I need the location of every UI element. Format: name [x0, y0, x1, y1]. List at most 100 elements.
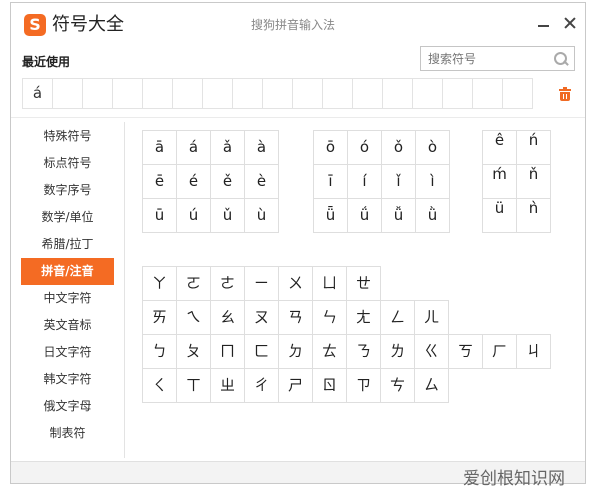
symbol-cell[interactable]: ㄙ	[414, 368, 449, 403]
sidebar-item[interactable]: 标点符号	[21, 150, 114, 177]
symbol-cell[interactable]: ㄛ	[176, 266, 211, 301]
symbol-cell[interactable]: ㄦ	[414, 300, 449, 335]
symbol-cell[interactable]: ê	[482, 130, 517, 165]
symbol-cell[interactable]: à	[244, 130, 279, 165]
symbol-cell[interactable]: ㄇ	[210, 334, 245, 369]
recent-symbol-cell[interactable]	[502, 78, 533, 109]
minimize-icon[interactable]	[536, 15, 552, 31]
symbol-cell[interactable]: é	[176, 164, 211, 199]
symbol-cell[interactable]: ㄆ	[176, 334, 211, 369]
sidebar-item[interactable]: 英文音标	[21, 312, 114, 339]
recent-symbol-cell[interactable]	[352, 78, 383, 109]
recent-symbol-cell[interactable]	[382, 78, 413, 109]
symbol-cell[interactable]: ē	[142, 164, 177, 199]
symbol-cell[interactable]: ǔ	[210, 198, 245, 233]
symbol-cell[interactable]: ㄞ	[142, 300, 177, 335]
symbol-cell[interactable]: ㄚ	[142, 266, 177, 301]
sidebar-item[interactable]: 俄文字母	[21, 393, 114, 420]
sidebar-item[interactable]: 制表符	[21, 420, 114, 447]
sidebar-item[interactable]: 特殊符号	[21, 123, 114, 150]
recent-symbol-cell[interactable]	[142, 78, 173, 109]
symbol-cell[interactable]: ǎ	[210, 130, 245, 165]
symbol-cell[interactable]: ㄣ	[312, 300, 347, 335]
symbol-cell[interactable]: ú	[176, 198, 211, 233]
symbol-cell[interactable]: ò	[415, 130, 450, 165]
symbol-cell[interactable]: ㄐ	[516, 334, 551, 369]
symbol-cell[interactable]: ㄥ	[380, 300, 415, 335]
symbol-cell[interactable]: ㄗ	[346, 368, 381, 403]
symbol-cell[interactable]: ㄍ	[414, 334, 449, 369]
symbol-cell[interactable]: ǖ	[313, 198, 348, 233]
recent-symbol-cell[interactable]: á	[22, 78, 53, 109]
symbol-cell[interactable]: ā	[142, 130, 177, 165]
recent-symbol-cell[interactable]	[412, 78, 443, 109]
symbol-cell[interactable]: ㄜ	[210, 266, 245, 301]
symbol-cell[interactable]: ǹ	[516, 198, 551, 233]
symbol-cell[interactable]: ǐ	[381, 164, 416, 199]
symbol-cell[interactable]: ㄋ	[346, 334, 381, 369]
symbol-cell[interactable]: ㄧ	[244, 266, 279, 301]
symbol-cell[interactable]: ㄓ	[210, 368, 245, 403]
search-icon[interactable]	[554, 52, 568, 66]
symbol-cell[interactable]: ì	[415, 164, 450, 199]
symbol-cell[interactable]: ī	[313, 164, 348, 199]
symbol-cell[interactable]: ㄨ	[278, 266, 313, 301]
symbol-cell[interactable]: ㄕ	[278, 368, 313, 403]
symbol-cell[interactable]: ó	[347, 130, 382, 165]
symbol-cell[interactable]: ū	[142, 198, 177, 233]
symbol-cell[interactable]: ㄡ	[244, 300, 279, 335]
symbol-cell[interactable]: ㄘ	[380, 368, 415, 403]
recent-symbol-cell[interactable]	[322, 78, 353, 109]
symbol-cell[interactable]: ㄏ	[482, 334, 517, 369]
recent-symbol-cell[interactable]	[202, 78, 233, 109]
symbol-cell[interactable]: è	[244, 164, 279, 199]
recent-symbol-cell[interactable]	[472, 78, 503, 109]
symbol-cell[interactable]: ě	[210, 164, 245, 199]
symbol-cell[interactable]: ㄊ	[312, 334, 347, 369]
symbol-cell[interactable]: ㄌ	[380, 334, 415, 369]
symbol-cell[interactable]: ḿ	[482, 164, 517, 199]
sidebar-item[interactable]: 数字序号	[21, 177, 114, 204]
recent-symbol-cell[interactable]	[52, 78, 83, 109]
recent-symbol-cell[interactable]	[292, 78, 323, 109]
symbol-cell[interactable]: ㄢ	[278, 300, 313, 335]
symbol-cell[interactable]: ǚ	[381, 198, 416, 233]
symbol-cell[interactable]: ù	[244, 198, 279, 233]
symbol-cell[interactable]: ō	[313, 130, 348, 165]
symbol-cell[interactable]: ㄝ	[346, 266, 381, 301]
symbol-cell[interactable]: ǘ	[347, 198, 382, 233]
symbol-cell[interactable]: ㄔ	[244, 368, 279, 403]
recent-symbol-cell[interactable]	[82, 78, 113, 109]
symbol-cell[interactable]: ㄖ	[312, 368, 347, 403]
symbol-cell[interactable]: ㄉ	[278, 334, 313, 369]
sidebar-item[interactable]: 希腊/拉丁	[21, 231, 114, 258]
recent-symbol-cell[interactable]	[172, 78, 203, 109]
close-icon[interactable]	[562, 15, 578, 31]
symbol-cell[interactable]: ㄈ	[244, 334, 279, 369]
symbol-cell[interactable]: ㄠ	[210, 300, 245, 335]
symbol-cell[interactable]: ㄑ	[142, 368, 177, 403]
symbol-cell[interactable]: ㄩ	[312, 266, 347, 301]
symbol-cell[interactable]: ǒ	[381, 130, 416, 165]
trash-icon[interactable]	[559, 87, 571, 101]
sidebar-item[interactable]: 拼音/注音	[21, 258, 114, 285]
sidebar-item[interactable]: 韩文字符	[21, 366, 114, 393]
sidebar-item[interactable]: 中文字符	[21, 285, 114, 312]
symbol-cell[interactable]: ü	[482, 198, 517, 233]
recent-symbol-cell[interactable]	[262, 78, 293, 109]
search-input[interactable]	[421, 47, 549, 70]
symbol-cell[interactable]: á	[176, 130, 211, 165]
symbol-cell[interactable]: ň	[516, 164, 551, 199]
recent-symbol-cell[interactable]	[112, 78, 143, 109]
symbol-cell[interactable]: ㄟ	[176, 300, 211, 335]
symbol-cell[interactable]: í	[347, 164, 382, 199]
symbol-cell[interactable]: ㄎ	[448, 334, 483, 369]
search-box[interactable]	[420, 46, 575, 71]
symbol-cell[interactable]: ǜ	[415, 198, 450, 233]
recent-symbol-cell[interactable]	[442, 78, 473, 109]
symbol-cell[interactable]: ㄒ	[176, 368, 211, 403]
recent-symbol-cell[interactable]	[232, 78, 263, 109]
symbol-cell[interactable]: ㄅ	[142, 334, 177, 369]
symbol-cell[interactable]: ń	[516, 130, 551, 165]
sidebar-item[interactable]: 数学/单位	[21, 204, 114, 231]
